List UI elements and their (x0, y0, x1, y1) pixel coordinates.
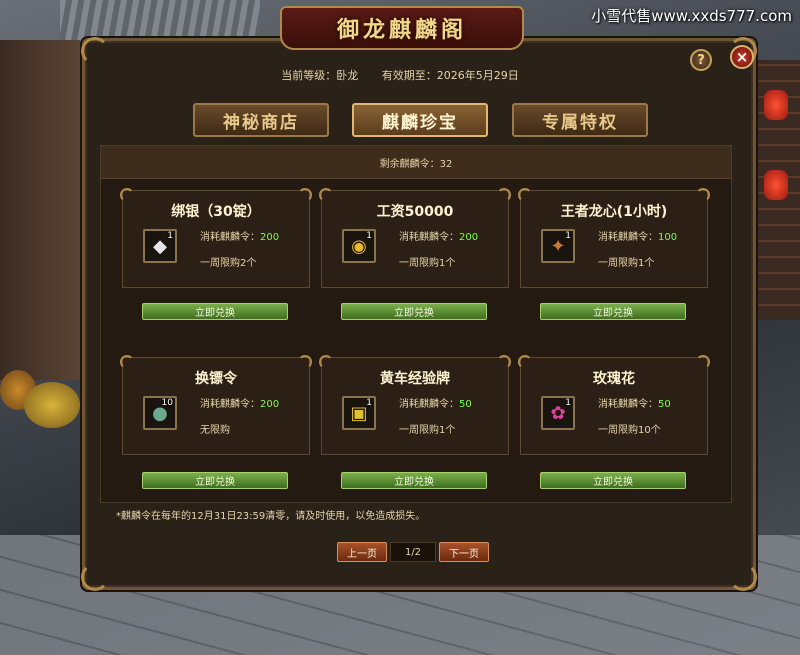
item-name: 换镖令 (195, 371, 237, 387)
lantern-icon (764, 90, 788, 120)
close-button[interactable]: × (730, 45, 754, 69)
item-glyph: ▣ (350, 402, 368, 424)
tab-qilin-treasure[interactable]: 麒麟珍宝 (352, 103, 488, 137)
item-cost: 消耗麒麟令：200 (200, 232, 280, 243)
item-card: 玫瑰花 ✿ 1 消耗麒麟令：50 一周限购10个 (518, 355, 708, 455)
item-name: 绑银（30锭） (171, 204, 261, 220)
item-limit: 一周限购1个 (399, 425, 456, 436)
item-glyph: ◉ (351, 235, 367, 257)
item-cost: 消耗麒麟令：50 (598, 399, 671, 410)
remaining-tokens: 剩余麒麟令：32 (101, 146, 731, 179)
item-cost: 消耗麒麟令：100 (598, 232, 678, 243)
reset-note: *麒麟令在每年的12月31日23:59清零，请及时使用，以免造成损失。 (116, 511, 426, 522)
item-limit: 一周限购2个 (200, 258, 257, 269)
tab-bar: 神秘商店 麒麟珍宝 专属特权 (185, 103, 648, 137)
item-card: 王者龙心(1小时) ✦ 1 消耗麒麟令：100 一周限购1个 (518, 188, 708, 288)
corner-ornament (75, 557, 115, 597)
tab-mystery-shop[interactable]: 神秘商店 (193, 103, 329, 137)
gold-coins-icon[interactable]: ◉ 1 (342, 229, 376, 263)
lantern-icon (764, 170, 788, 200)
item-glyph: ◆ (153, 235, 167, 257)
item-limit: 无限购 (200, 425, 230, 436)
exchange-button[interactable]: 立即兑换 (341, 303, 487, 320)
item-name: 黄车经验牌 (380, 371, 450, 387)
cost-value: 200 (260, 399, 280, 410)
basket-icon (24, 382, 80, 428)
item-limit: 一周限购10个 (598, 425, 661, 436)
panel-title: 御龙麒麟阁 (280, 6, 524, 50)
item-name: 王者龙心(1小时) (560, 204, 668, 220)
item-cost: 消耗麒麟令：200 (399, 232, 479, 243)
item-glyph: ✦ (550, 235, 566, 257)
item-card: 换镖令 ● 10 消耗麒麟令：200 无限购 (120, 355, 310, 455)
item-card: 工资50000 ◉ 1 消耗麒麟令：200 一周限购1个 (319, 188, 509, 288)
tab-exclusive-privilege[interactable]: 专属特权 (512, 103, 648, 137)
watermark: 小雪代售www.xxds777.com (591, 7, 792, 25)
item-quantity: 1 (366, 398, 372, 408)
item-card: 绑银（30锭） ◆ 1 消耗麒麟令：200 一周限购2个 (120, 188, 310, 288)
left-building (0, 40, 80, 380)
item-limit: 一周限购1个 (598, 258, 655, 269)
header-info: 当前等级：卧龙 有效期至：2026年5月29日 (0, 67, 800, 83)
valid-until: 有效期至：2026年5月29日 (381, 69, 519, 82)
exchange-button[interactable]: 立即兑换 (540, 303, 686, 320)
corner-ornament (723, 557, 763, 597)
item-name: 玫瑰花 (593, 371, 635, 387)
cost-value: 50 (658, 399, 671, 410)
item-cost: 消耗麒麟令：200 (200, 399, 280, 410)
item-quantity: 1 (565, 398, 571, 408)
escort-token-icon[interactable]: ● 10 (143, 396, 177, 430)
item-limit: 一周限购1个 (399, 258, 456, 269)
rose-icon[interactable]: ✿ 1 (541, 396, 575, 430)
prev-page-button[interactable]: 上一页 (337, 542, 387, 562)
cart-exp-plaque-icon[interactable]: ▣ 1 (342, 396, 376, 430)
corner-ornament (75, 31, 115, 71)
current-level: 当前等级：卧龙 (281, 69, 359, 82)
page-indicator: 1/2 (390, 542, 436, 562)
pagination: 上一页 1/2 下一页 (337, 542, 489, 562)
exchange-button[interactable]: 立即兑换 (142, 303, 288, 320)
exchange-button[interactable]: 立即兑换 (540, 472, 686, 489)
silver-ingot-icon[interactable]: ◆ 1 (143, 229, 177, 263)
next-page-button[interactable]: 下一页 (439, 542, 489, 562)
item-quantity: 1 (167, 231, 173, 241)
dragon-heart-icon[interactable]: ✦ 1 (541, 229, 575, 263)
item-quantity: 1 (366, 231, 372, 241)
item-name: 工资50000 (376, 204, 454, 220)
item-glyph: ✿ (550, 402, 566, 424)
cost-value: 200 (459, 232, 479, 243)
item-quantity: 1 (565, 231, 571, 241)
cost-value: 50 (459, 399, 472, 410)
cost-value: 200 (260, 232, 280, 243)
exchange-button[interactable]: 立即兑换 (341, 472, 487, 489)
item-cost: 消耗麒麟令：50 (399, 399, 472, 410)
exchange-button[interactable]: 立即兑换 (142, 472, 288, 489)
item-card: 黄车经验牌 ▣ 1 消耗麒麟令：50 一周限购1个 (319, 355, 509, 455)
cost-value: 100 (658, 232, 678, 243)
item-quantity: 10 (161, 398, 173, 408)
